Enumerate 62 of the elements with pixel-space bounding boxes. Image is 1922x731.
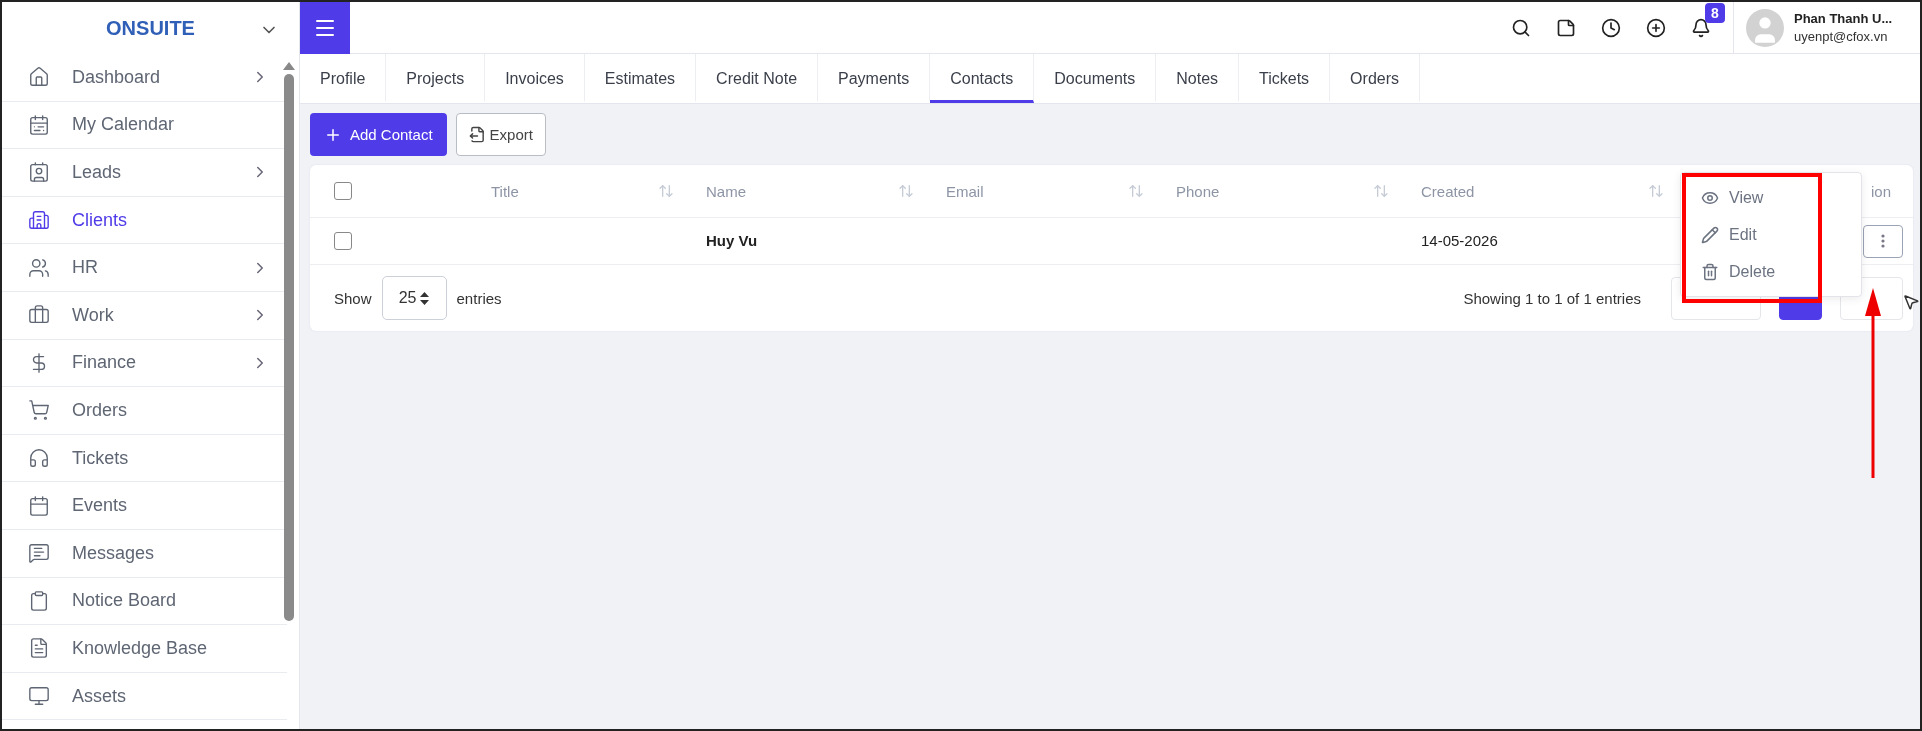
bell-icon[interactable] (1691, 17, 1711, 38)
column-header: Created (1421, 182, 1475, 200)
cursor-icon (1902, 293, 1920, 311)
column-header: Name (706, 182, 746, 200)
sort-caret-icon (420, 291, 430, 305)
menu-item-icon (28, 161, 50, 184)
column-header: ion (1870, 182, 1891, 200)
checkbox[interactable] (334, 232, 352, 250)
search-icon[interactable] (1511, 17, 1531, 38)
user-name: Phan Thanh U... (1794, 11, 1893, 26)
menu-item-icon (28, 399, 50, 422)
entries-label: entries (456, 289, 502, 307)
entries-summary: Showing 1 to 1 of 1 entries (1463, 289, 1641, 307)
menu-item-icon (28, 209, 50, 232)
menu-button[interactable] (300, 1, 350, 54)
brand-logo: ONSUITE (106, 16, 195, 40)
trash-icon (1701, 262, 1719, 281)
tab[interactable]: Notes (1156, 54, 1240, 103)
checkbox[interactable] (334, 182, 352, 200)
tab[interactable]: Credit Note (696, 54, 819, 103)
tab[interactable]: Projects (386, 54, 486, 103)
notification-badge: 8 (1705, 2, 1725, 23)
add-contact-button[interactable]: Add Contact (310, 113, 447, 156)
tab[interactable]: Contacts (930, 54, 1035, 103)
column-header: Email (946, 182, 984, 200)
tab[interactable]: Tickets (1239, 54, 1331, 103)
column-header: Phone (1176, 182, 1220, 200)
menu-item-icon (28, 447, 50, 470)
more-icon (1881, 234, 1885, 248)
user-email: uyenpt@cfox.vn (1794, 29, 1889, 44)
menu-item-icon (28, 256, 50, 279)
clock-icon[interactable] (1601, 17, 1621, 38)
tab[interactable]: Estimates (584, 54, 697, 103)
menu-item[interactable]: Delete (1701, 253, 1776, 290)
pencil-icon (1701, 225, 1719, 244)
sticky-note-icon[interactable] (1556, 17, 1576, 38)
tab[interactable]: Invoices (485, 54, 585, 103)
menu-item-icon (28, 494, 50, 517)
sidebar-item[interactable]: Assets (2, 672, 287, 721)
page-size-select[interactable]: 25 (381, 276, 447, 320)
export-button[interactable]: Export (455, 113, 546, 156)
menu-item-icon (28, 589, 50, 612)
menu-item-icon (28, 66, 50, 89)
tab[interactable]: Orders (1330, 54, 1420, 103)
table-cell-text: 14-05-2026 (1420, 232, 1499, 249)
scrollbar[interactable] (283, 62, 295, 621)
plus-circle-icon[interactable] (1646, 17, 1666, 38)
menu-item-icon (28, 542, 50, 565)
menu-item[interactable]: View (1701, 179, 1764, 216)
sidebar-item[interactable]: Knowledge Base (2, 625, 287, 673)
tab[interactable]: Profile (300, 54, 387, 103)
table-cell-text: Huy Vu (705, 232, 759, 249)
tab[interactable]: Documents (1034, 54, 1157, 103)
tab[interactable]: Payments (818, 54, 931, 103)
column-header: Title (491, 182, 519, 200)
menu-item-icon (28, 113, 50, 136)
menu-item-icon (28, 637, 50, 660)
menu-item[interactable]: Edit (1701, 216, 1757, 253)
menu-item-icon (28, 685, 50, 707)
action-button[interactable] (1863, 224, 1903, 258)
export-icon (468, 126, 486, 143)
show-label: Show (334, 289, 372, 307)
